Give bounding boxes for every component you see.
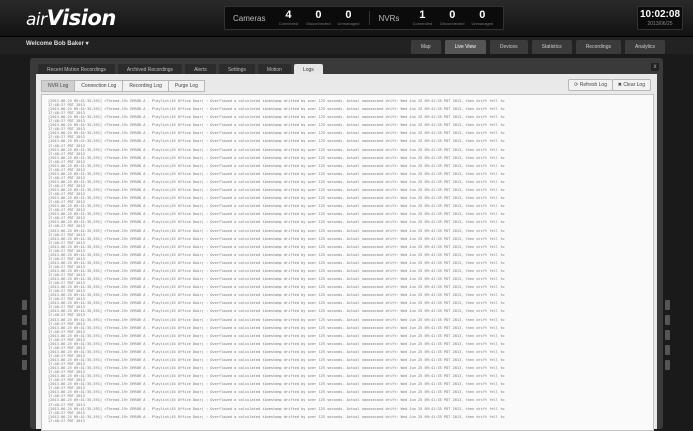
cameras-connected: 4 Connected	[278, 9, 299, 26]
sub-header: Welcome Bob Baker ▾ Map Live View Device…	[0, 37, 693, 54]
log-text-area[interactable]: [2013-06-25 09:41:35,591] <Thread-19> ER…	[41, 94, 654, 431]
cameras-disconnected: 0 Disconnected	[306, 9, 331, 26]
user-menu[interactable]: Welcome Bob Baker ▾	[26, 40, 89, 47]
cameras-unmanaged: 0 Unmanaged	[337, 9, 360, 26]
log-line: 17:48:27 PDT 2013	[48, 418, 85, 423]
main-nav: Map Live View Devices Statistics Recordi…	[410, 40, 665, 54]
status-summary: Cameras 4 Connected 0 Disconnected 0 Unmana…	[224, 6, 505, 30]
nvrs-label: NVRs	[378, 13, 400, 23]
tab-map[interactable]: Map	[410, 40, 441, 54]
top-bar: airVision Cameras 4 Connected 0 Disconnect…	[0, 0, 693, 37]
clear-log-button[interactable]: ✖ Clear Log	[611, 79, 651, 91]
tab-connection-log[interactable]: Connection Log	[74, 80, 124, 92]
divider	[369, 11, 371, 25]
handle[interactable]	[22, 345, 27, 355]
handle[interactable]	[22, 360, 27, 370]
handle[interactable]	[665, 315, 670, 325]
app-logo: airVision	[26, 6, 116, 30]
handle[interactable]	[665, 330, 670, 340]
log-lines: [2013-06-25 09:41:35,591] <Thread-19> ER…	[42, 95, 653, 427]
tab-recordings[interactable]: Recordings	[575, 40, 621, 54]
handle[interactable]	[22, 315, 27, 325]
tab-purge-log[interactable]: Purge Log	[167, 80, 205, 92]
nvrs-disconnected: 0 Disconnected	[440, 9, 465, 26]
cameras-label: Cameras	[233, 13, 266, 23]
handle[interactable]	[665, 360, 670, 370]
log-type-tabs: NVR Log Connection Log Recording Log Pur…	[41, 80, 205, 92]
nvrs-unmanaged: 0 Unmanaged	[471, 9, 494, 26]
tab-live-view[interactable]: Live View	[444, 40, 486, 54]
close-icon[interactable]: x	[651, 63, 659, 71]
tab-analytics[interactable]: Analytics	[624, 40, 665, 54]
left-handles	[22, 300, 28, 410]
tab-recording-log[interactable]: Recording Log	[122, 80, 169, 92]
refresh-log-button[interactable]: ⟳ Refresh Log	[568, 79, 613, 91]
logs-content: NVR Log Connection Log Recording Log Pur…	[36, 74, 657, 431]
tab-devices[interactable]: Devices	[489, 40, 528, 54]
right-handles	[665, 300, 671, 410]
tab-nvr-log[interactable]: NVR Log	[41, 80, 76, 92]
handle[interactable]	[665, 300, 670, 310]
handle[interactable]	[665, 345, 670, 355]
clock: 10:02:08 2013/06/25	[637, 6, 683, 30]
handle[interactable]	[22, 300, 27, 310]
bottom-panel: Recent Motion Recordings Archived Record…	[30, 58, 663, 431]
nvrs-connected: 1 Connected	[412, 9, 433, 26]
handle[interactable]	[22, 330, 27, 340]
tab-statistics[interactable]: Statistics	[531, 40, 572, 54]
